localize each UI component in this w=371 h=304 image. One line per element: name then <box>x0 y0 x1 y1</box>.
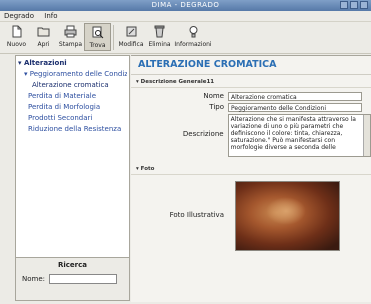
find-button[interactable]: Trova <box>84 23 111 51</box>
open-button[interactable]: Apri <box>30 23 57 51</box>
window-title: DIMA - DEGRADO <box>151 1 220 9</box>
delete-button[interactable]: Elimina <box>146 23 173 51</box>
description-scrollbar[interactable] <box>363 115 370 156</box>
type-field[interactable]: Peggioramento delle Condizioni <box>228 103 362 112</box>
title-bar: DIMA - DEGRADO <box>0 0 371 11</box>
name-field[interactable]: Alterazione cromatica <box>228 92 362 101</box>
section-photo[interactable]: ▾ Foto <box>131 165 371 175</box>
search-title: Ricerca <box>57 261 87 269</box>
app-window: DIMA - DEGRADO Degrado Info Nuovo Apri S… <box>0 0 371 304</box>
info-bulb-icon <box>189 26 197 38</box>
page-title: ALTERAZIONE CROMATICA <box>131 56 371 75</box>
category-tree: ▾ Alterazioni ▾ Peggioramento delle Cond… <box>16 56 129 137</box>
tree-item[interactable]: Riduzione della Resistenza <box>18 124 127 135</box>
edit-icon <box>126 26 136 37</box>
menu-info[interactable]: Info <box>44 12 57 20</box>
tree-root[interactable]: ▾ Alterazioni <box>18 58 127 69</box>
new-file-icon <box>12 25 22 38</box>
search-input[interactable] <box>49 274 118 284</box>
search-panel: Ricerca Nome: <box>16 257 129 300</box>
type-label: Tipo <box>209 103 224 111</box>
toolbar: Nuovo Apri Stampa Trova Modifica Elimina… <box>0 22 371 54</box>
description-field[interactable]: Alterazione che si manifesta attraverso … <box>227 114 371 157</box>
tree-item[interactable]: Prodotti Secondari <box>18 113 127 124</box>
menu-degrado[interactable]: Degrado <box>4 12 34 20</box>
minimize-button[interactable] <box>340 1 348 9</box>
close-button[interactable] <box>360 1 368 9</box>
open-folder-icon <box>37 27 50 37</box>
info-button[interactable]: Informazioni <box>173 23 213 51</box>
illustrative-photo <box>235 181 340 251</box>
menu-bar: Degrado Info <box>0 11 371 22</box>
print-button[interactable]: Stampa <box>57 23 84 51</box>
description-text: Alterazione che si manifesta attraverso … <box>230 116 356 151</box>
name-label: Nome <box>203 92 224 100</box>
maximize-button[interactable] <box>350 1 358 9</box>
section-general[interactable]: ▾ Descrizione Generale11 <box>131 78 371 88</box>
print-icon <box>64 25 77 38</box>
tree-group[interactable]: ▾ Peggioramento delle Condizioni <box>18 69 127 80</box>
search-label: Nome: <box>22 275 46 283</box>
edit-button[interactable]: Modifica <box>116 23 146 51</box>
tree-item[interactable]: Perdita di Morfologia <box>18 102 127 113</box>
new-button[interactable]: Nuovo <box>3 23 30 51</box>
photo-label: Foto Illustrativa <box>169 211 224 219</box>
description-label: Descrizione <box>182 130 224 138</box>
toolbar-separator <box>113 25 114 50</box>
left-gutter <box>0 250 15 304</box>
navigation-panel: ▾ Alterazioni ▾ Peggioramento delle Cond… <box>15 55 130 301</box>
window-controls <box>340 1 368 9</box>
find-icon <box>92 26 104 39</box>
tree-item-selected[interactable]: Alterazione cromatica <box>18 80 127 91</box>
tree-item[interactable]: Perdita di Materiale <box>18 91 127 102</box>
detail-panel: ALTERAZIONE CROMATICA ▾ Descrizione Gene… <box>131 55 371 302</box>
delete-icon <box>154 25 165 38</box>
